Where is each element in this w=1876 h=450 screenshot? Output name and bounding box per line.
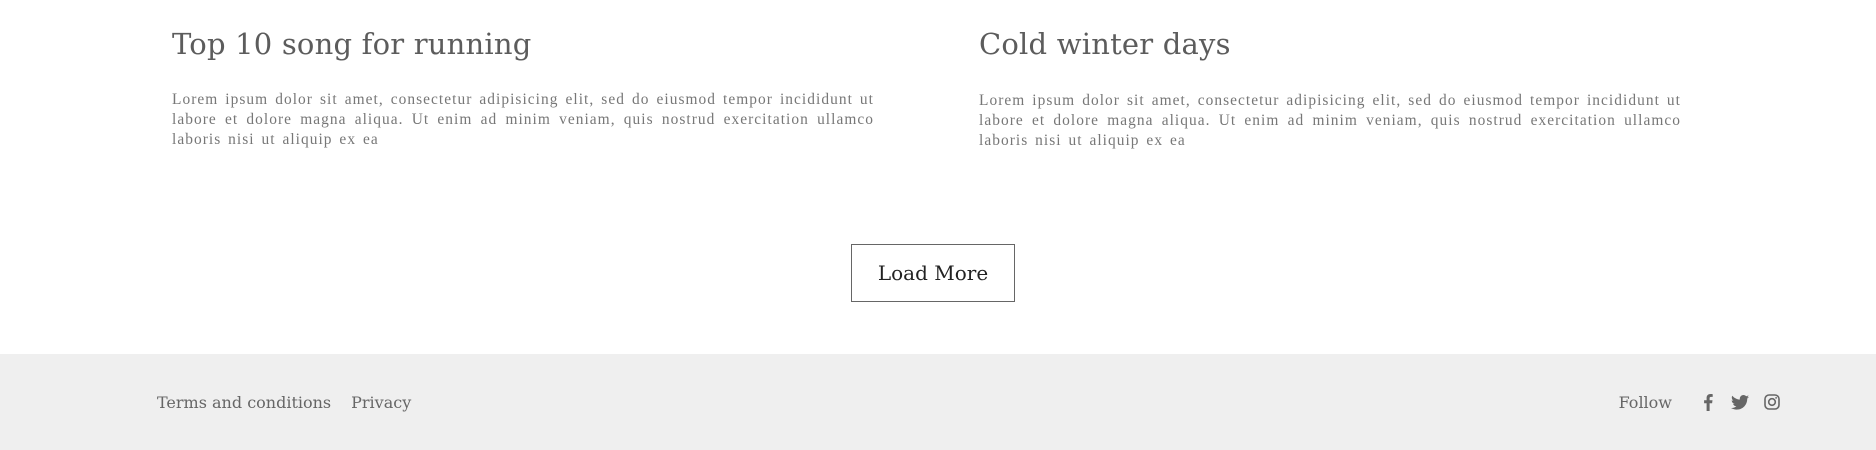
instagram-icon[interactable] <box>1762 392 1782 412</box>
follow-label: Follow <box>1618 392 1672 412</box>
blog-post-card: Top 10 song for running Lorem ipsum dolo… <box>172 24 874 150</box>
facebook-icon[interactable] <box>1698 392 1718 412</box>
terms-and-conditions-link[interactable]: Terms and conditions <box>157 393 331 412</box>
site-footer: Terms and conditions Privacy Follow <box>0 354 1876 450</box>
post-title[interactable]: Top 10 song for running <box>172 24 874 64</box>
post-excerpt: Lorem ipsum dolor sit amet, consectetur … <box>172 91 874 148</box>
post-title[interactable]: Cold winter days <box>979 24 1681 64</box>
blog-post-list: Top 10 song for running Lorem ipsum dolo… <box>0 0 1876 354</box>
privacy-link[interactable]: Privacy <box>351 393 411 412</box>
post-excerpt: Lorem ipsum dolor sit amet, consectetur … <box>979 92 1681 149</box>
social-follow: Follow <box>1619 354 1782 450</box>
blog-post-card: Cold winter days Lorem ipsum dolor sit a… <box>979 24 1681 151</box>
load-more-button[interactable]: Load More <box>851 244 1015 302</box>
footer-links: Terms and conditions Privacy <box>157 354 431 450</box>
twitter-icon[interactable] <box>1730 392 1750 412</box>
